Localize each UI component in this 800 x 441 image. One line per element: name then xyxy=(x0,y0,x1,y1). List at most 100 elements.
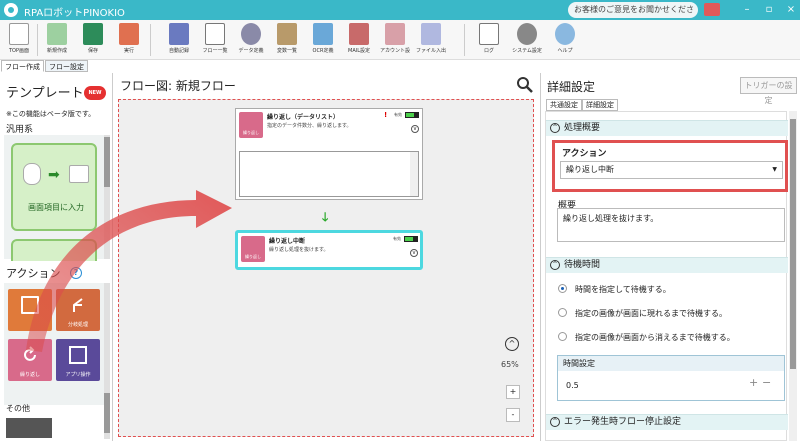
collapse-icon[interactable]: ^ xyxy=(550,123,560,133)
toolbar-save[interactable]: 保存 xyxy=(78,23,108,59)
flow-title: フロー図: 新規フロー xyxy=(120,79,236,93)
decrement-button[interactable]: − xyxy=(762,376,771,389)
close-button[interactable]: × xyxy=(784,3,798,17)
chevron-up-icon[interactable]: ^ xyxy=(505,337,519,351)
template-card-input-screen[interactable]: ➡ 画面項目に入力 xyxy=(11,143,97,231)
action-field-highlight: アクション 繰り返し中断 ▼ xyxy=(552,140,788,192)
toolbar-system-settings[interactable]: システム設定 xyxy=(512,23,542,59)
action-select[interactable]: 繰り返し中断 ▼ xyxy=(560,161,783,179)
flow-canvas[interactable]: 繰り返し 繰り返し（データリスト） ! 有効 指定のデータ件数分、繰り返します。… xyxy=(118,99,534,437)
keyboard-icon xyxy=(69,165,89,183)
summary-textarea[interactable]: 繰り返し処理を抜けます。 xyxy=(557,208,785,242)
toolbar-variables[interactable]: 変数一覧 xyxy=(272,23,302,59)
toolbar-account[interactable]: アカウント設定 xyxy=(380,23,410,59)
section-title: エラー発生時フロー停止設定 xyxy=(564,417,682,427)
app-logo-icon xyxy=(4,3,18,17)
chevron-down-icon[interactable]: v xyxy=(410,249,418,257)
toolbar-flow-list[interactable]: フロー一覧 xyxy=(200,23,230,59)
collapse-icon[interactable]: ^ xyxy=(550,417,560,427)
section-overview[interactable]: ^ 処理概要 xyxy=(546,120,788,136)
new-file-icon xyxy=(47,23,67,45)
arrow-right-icon: ➡ xyxy=(48,167,60,183)
category-other: その他 xyxy=(6,404,30,413)
template-caption: 画面項目に入力 xyxy=(28,203,84,212)
section-error-stop[interactable]: ^ エラー発生時フロー停止設定 xyxy=(546,414,788,430)
toolbar-ocr[interactable]: OCR定義 xyxy=(308,23,338,59)
action-title: アクション xyxy=(6,267,61,280)
feedback-icon[interactable] xyxy=(704,3,720,16)
flow-node-loop-datalist[interactable]: 繰り返し 繰り返し（データリスト） ! 有効 指定のデータ件数分、繰り返します。… xyxy=(235,108,423,200)
flow-node-loop-break[interactable]: 繰り返し 繰り返し中断 有効 繰り返し処理を抜けます。 v xyxy=(235,230,423,270)
log-icon xyxy=(479,23,499,45)
zoom-in-button[interactable]: + xyxy=(506,385,520,399)
section-wait-time[interactable]: ^ 待機時間 xyxy=(546,257,788,273)
action-tile[interactable] xyxy=(8,289,52,331)
scroll-thumb[interactable] xyxy=(104,393,110,433)
toolbar-data-definition[interactable]: データ定義 xyxy=(236,23,266,59)
loop-icon xyxy=(24,346,36,361)
time-input[interactable]: 0.5 xyxy=(563,378,779,394)
search-icon[interactable] xyxy=(516,76,534,94)
loop-body-container[interactable] xyxy=(239,151,419,197)
toolbar-new[interactable]: 新規作成 xyxy=(42,23,72,59)
tab-detail-settings[interactable]: 詳細設定 xyxy=(582,99,618,111)
detail-scrollbar[interactable] xyxy=(789,111,797,441)
collapse-icon[interactable]: ^ xyxy=(550,260,560,270)
action-tile-branch[interactable]: 分岐処理 xyxy=(56,289,100,331)
node-enable-toggle[interactable] xyxy=(404,236,418,242)
radio-button[interactable] xyxy=(558,308,567,317)
template-scrollbar[interactable] xyxy=(104,135,110,259)
action-tile[interactable] xyxy=(6,418,52,438)
variables-icon xyxy=(277,23,297,45)
node-valid-label: 有効 xyxy=(394,112,402,117)
trigger-settings-button[interactable]: トリガーの設定 xyxy=(740,77,797,105)
new-badge: NEW xyxy=(84,86,106,100)
loop-icon: 繰り返し xyxy=(241,236,265,262)
action-tile-app[interactable]: アプリ操作 xyxy=(56,339,100,381)
action-label: アクション xyxy=(562,149,607,159)
action-scrollbar[interactable] xyxy=(104,283,110,439)
tab-flow-settings[interactable]: フロー設定 xyxy=(45,60,88,72)
template-title: テンプレート xyxy=(6,86,84,101)
minimize-button[interactable]: – xyxy=(740,3,754,17)
chevron-down-icon[interactable]: v xyxy=(411,125,419,133)
help-icon xyxy=(555,23,575,45)
auto-record-icon xyxy=(169,23,189,45)
toolbar-auto-record[interactable]: 自動記録 xyxy=(164,23,194,59)
scroll-thumb[interactable] xyxy=(790,119,796,369)
increment-button[interactable]: + xyxy=(749,376,758,389)
data-definition-icon xyxy=(241,23,261,45)
radio-button-selected[interactable] xyxy=(558,284,567,293)
beta-note: ※この機能はベータ版です。 xyxy=(6,110,96,118)
branch-icon xyxy=(73,298,83,312)
time-setting-group: 時間設定 0.5 + − xyxy=(557,355,785,401)
tab-common-settings[interactable]: 共通設定 xyxy=(546,99,582,111)
detail-content: ^ 処理概要 アクション 繰り返し中断 ▼ 概要 繰り返し処理を抜けます。 ^ … xyxy=(545,111,788,441)
action-tile-loop[interactable]: 繰り返し xyxy=(8,339,52,381)
template-card[interactable] xyxy=(11,239,97,261)
maximize-button[interactable]: ▫ xyxy=(762,3,776,17)
scrollbar[interactable] xyxy=(410,152,418,196)
section-title: 待機時間 xyxy=(564,260,601,270)
toolbar-file-io[interactable]: ファイル入出力 xyxy=(416,23,446,59)
toolbar-run[interactable]: 実行 xyxy=(114,23,144,59)
file-io-icon xyxy=(421,23,441,45)
save-icon xyxy=(83,23,103,45)
radio-button[interactable] xyxy=(558,332,567,341)
detail-panel: 詳細設定 トリガーの設定 共通設定 詳細設定 ^ 処理概要 アクション 繰り返し… xyxy=(540,73,800,441)
ocr-icon xyxy=(313,23,333,45)
loop-icon: 繰り返し xyxy=(239,112,263,138)
time-setting-label: 時間設定 xyxy=(558,356,784,371)
tab-flow-create[interactable]: フロー作成 xyxy=(1,60,44,72)
toolbar-help[interactable]: ヘルプ xyxy=(550,23,580,59)
toolbar-mail[interactable]: MAIL設定 xyxy=(344,23,374,59)
node-enable-toggle[interactable] xyxy=(405,112,419,118)
help-icon[interactable]: ? xyxy=(70,267,82,279)
toolbar-log[interactable]: ログ xyxy=(474,23,504,59)
feedback-link[interactable]: お客様のご意見をお聞かせください xyxy=(568,2,698,30)
toolbar-top-screen[interactable]: TOP画面 xyxy=(4,23,34,59)
scroll-thumb[interactable] xyxy=(104,137,110,187)
zoom-out-button[interactable]: - xyxy=(506,408,520,422)
node-description: 繰り返し処理を抜けます。 xyxy=(269,247,329,253)
node-title: 繰り返し（データリスト） xyxy=(267,114,340,121)
